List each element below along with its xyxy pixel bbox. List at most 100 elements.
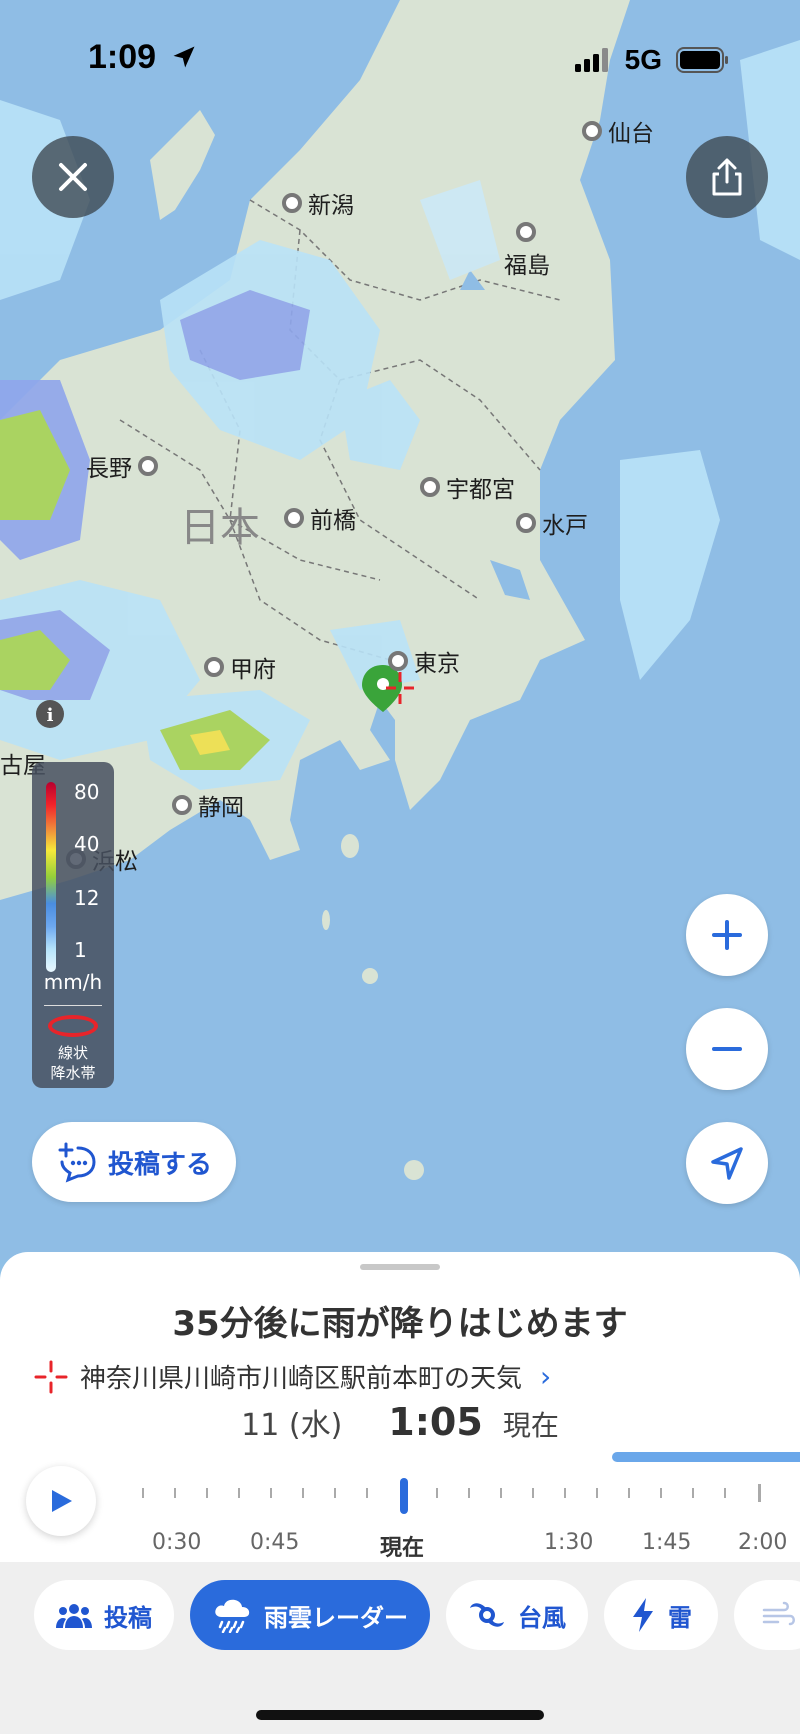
tab-label: 雨雲レーダー: [264, 1603, 408, 1632]
timeline-slider[interactable]: [140, 1478, 790, 1514]
rain-cloud-icon: [215, 1599, 250, 1633]
timeline-tick: [628, 1488, 630, 1498]
close-icon: [59, 163, 87, 191]
legend-value: 1: [74, 938, 87, 962]
city-mito: 水戸: [516, 506, 588, 540]
date-day: 11 (水): [241, 1408, 343, 1443]
svg-text:i: i: [47, 705, 54, 726]
city-dot: [516, 513, 536, 533]
now-label: 現在: [502, 1409, 559, 1442]
timeline-tick: [142, 1488, 144, 1498]
timeline-tick: [500, 1488, 502, 1498]
legend-unit: mm/h: [43, 970, 103, 994]
timeline-label: 0:30: [152, 1530, 202, 1555]
wind-icon: [762, 1601, 795, 1626]
timeline-label: 1:45: [642, 1530, 692, 1555]
tab-label: 台風: [518, 1603, 566, 1632]
linear-band-icon: [48, 1015, 98, 1037]
city-utsunomiya: 宇都宮: [420, 470, 515, 504]
play-button[interactable]: [26, 1466, 96, 1536]
timeline-tick: [596, 1488, 598, 1498]
city-fukushima: 福島: [504, 222, 550, 280]
city-dot: [284, 508, 304, 528]
legend-color-bar: [46, 782, 56, 972]
timeline-label: 0:45: [250, 1530, 300, 1555]
timeline-tick: [724, 1488, 726, 1498]
timeline-tick: [468, 1488, 470, 1498]
post-button-label: 投稿する: [107, 1149, 212, 1180]
country-label: 日本: [180, 505, 260, 551]
timeline-tick: [334, 1488, 336, 1498]
timeline-tick: [532, 1488, 534, 1498]
zoom-in-button[interactable]: [686, 894, 768, 976]
city-kofu: 甲府: [204, 650, 276, 684]
tab-lightning[interactable]: 雷: [604, 1580, 718, 1650]
tab-wind-partial[interactable]: [734, 1580, 800, 1650]
current-location-button[interactable]: [686, 1122, 768, 1204]
city-shizuoka: 静岡: [172, 788, 244, 822]
city-dot: [282, 193, 302, 213]
location-link[interactable]: 神奈川県川崎市川崎区駅前本町の天気 ›: [34, 1358, 551, 1395]
city-nagano: 長野: [86, 449, 158, 483]
people-icon: [56, 1604, 92, 1628]
location-name: 神奈川県川崎市川崎区駅前本町の天気: [80, 1364, 523, 1394]
forecast-range-bar: [612, 1452, 800, 1462]
timeline-tick: [660, 1488, 662, 1498]
sheet-grabber[interactable]: [360, 1264, 440, 1270]
timeline-thumb[interactable]: [400, 1478, 408, 1514]
close-button[interactable]: [32, 136, 114, 218]
timeline-tick: [174, 1488, 176, 1498]
status-indicators: 5G: [574, 44, 730, 76]
timeline-tick: [270, 1488, 272, 1498]
legend-value: 40: [74, 832, 100, 856]
city-dot: [420, 477, 440, 497]
map-graphic: i: [0, 0, 800, 1180]
network-type: 5G: [624, 44, 662, 75]
timeline-tick: [758, 1484, 761, 1502]
minus-icon: [712, 1047, 742, 1051]
navigation-arrow-icon: [711, 1147, 743, 1180]
city-dot: [582, 121, 602, 141]
zoom-out-button[interactable]: [686, 1008, 768, 1090]
crosshair-icon: [34, 1360, 68, 1393]
tab-rain-radar[interactable]: 雨雲レーダー: [190, 1580, 430, 1650]
city-dot: [388, 651, 408, 671]
timeline-tick: [692, 1488, 694, 1498]
date-time: 1:05: [388, 1400, 483, 1444]
chevron-right-icon: ›: [540, 1360, 552, 1393]
home-indicator: [256, 1710, 544, 1720]
timeline-label-now: 現在: [380, 1536, 425, 1561]
share-button[interactable]: [686, 136, 768, 218]
city-dot: [204, 657, 224, 677]
signal-icon: [574, 48, 608, 72]
plus-icon: [712, 920, 742, 950]
city-dot: [138, 456, 158, 476]
precipitation-legend: 80 40 12 1 mm/h 線状 降水帯: [32, 762, 114, 1088]
timeline-tick: [564, 1488, 566, 1498]
play-icon: [52, 1490, 72, 1512]
timeline-label: 2:00: [738, 1530, 788, 1555]
battery-icon: [676, 47, 728, 73]
status-bar: 1:09 5G: [0, 0, 800, 120]
radar-map[interactable]: i 日本 仙台 新潟 福島 長野 宇都宮 前橋 水戸 甲府 東京 静岡 浜松 古…: [0, 0, 800, 1260]
timeline-tick: [302, 1488, 304, 1498]
chat-plus-icon: [58, 1142, 96, 1183]
status-time: 1:09: [88, 38, 198, 77]
tab-posts[interactable]: 投稿: [34, 1580, 174, 1650]
rain-forecast-headline: 35分後に雨が降りはじめます: [172, 1304, 628, 1344]
post-button[interactable]: 投稿する: [32, 1122, 236, 1202]
tab-typhoon[interactable]: 台風: [446, 1580, 588, 1650]
lightning-icon: [633, 1598, 653, 1632]
legend-band-label: 降水帯: [50, 1064, 96, 1082]
timeline-tick: [238, 1488, 240, 1498]
city-tokyo: 東京: [388, 644, 460, 678]
timeline-tick: [436, 1488, 438, 1498]
location-arrow-icon: [173, 46, 195, 68]
typhoon-icon: [470, 1603, 504, 1627]
legend-divider: [44, 1005, 102, 1006]
tab-label: 雷: [668, 1603, 692, 1632]
city-maebashi: 前橋: [284, 501, 356, 535]
legend-band-label: 線状: [57, 1044, 88, 1062]
tab-label: 投稿: [104, 1603, 152, 1632]
city-dot: [172, 795, 192, 815]
